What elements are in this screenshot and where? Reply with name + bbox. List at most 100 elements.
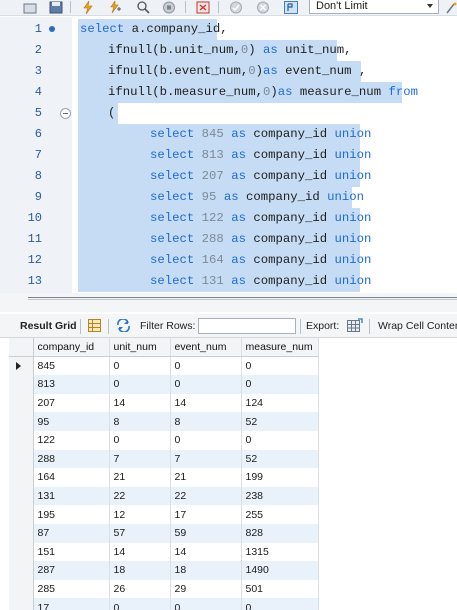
cell-event-num[interactable]: 0 (170, 430, 242, 450)
cell-event-num[interactable]: 17 (170, 505, 242, 524)
filter-rows-input[interactable] (198, 318, 296, 334)
table-row[interactable]: 287 18 18 1490 (9, 561, 319, 580)
code-line[interactable]: 5( (0, 103, 457, 124)
cell-company-id[interactable]: 164 (33, 468, 110, 487)
cell-measure-num[interactable]: 52 (241, 449, 319, 469)
row-header[interactable] (9, 523, 34, 543)
row-header[interactable] (9, 561, 34, 580)
cell-company-id[interactable]: 288 (33, 449, 110, 469)
code-line[interactable]: 12 select 164 as company_id union (0, 250, 457, 271)
code-line[interactable]: 11 select 288 as company_id union (0, 229, 457, 250)
cell-company-id[interactable]: 131 (33, 486, 110, 506)
cell-measure-num[interactable]: 1315 (241, 542, 319, 562)
cell-measure-num[interactable]: 828 (241, 523, 319, 543)
cell-unit-num[interactable]: 14 (109, 542, 171, 562)
row-header[interactable] (9, 505, 34, 524)
cell-unit-num[interactable]: 0 (109, 356, 171, 376)
cell-unit-num[interactable]: 57 (109, 523, 171, 543)
panel-splitter[interactable] (0, 293, 457, 312)
column-header-company-id[interactable]: company_id (33, 338, 110, 358)
code-line[interactable]: 13 select 131 as company_id union (0, 271, 457, 292)
explain-magnifier-icon[interactable] (135, 0, 151, 14)
splitter-grip[interactable] (28, 297, 457, 300)
cell-event-num[interactable]: 7 (170, 449, 242, 469)
cell-event-num[interactable]: 0 (170, 375, 242, 394)
cell-event-num[interactable]: 14 (170, 393, 242, 413)
autocommit-icon[interactable] (283, 0, 299, 14)
column-header-event-num[interactable]: event_num (170, 338, 242, 358)
cell-unit-num[interactable]: 0 (109, 598, 171, 610)
table-row[interactable]: 164 21 21 199 (9, 468, 319, 487)
cell-unit-num[interactable]: 26 (109, 579, 171, 599)
cell-measure-num[interactable]: 0 (241, 375, 319, 394)
cell-unit-num[interactable]: 0 (109, 375, 171, 394)
cell-unit-num[interactable]: 8 (109, 412, 171, 431)
export-icon[interactable] (347, 318, 363, 337)
cell-event-num[interactable]: 14 (170, 542, 242, 562)
cell-event-num[interactable]: 18 (170, 561, 242, 580)
column-header-measure-num[interactable]: measure_num (241, 338, 319, 358)
code-line[interactable]: 1 select a.company_id, (0, 19, 457, 40)
code-line[interactable]: 2 ifnull(b.unit_num,0) as unit_num, (0, 40, 457, 61)
cell-company-id[interactable]: 17 (33, 598, 110, 610)
cell-event-num[interactable]: 59 (170, 523, 242, 543)
row-header[interactable] (9, 579, 34, 599)
cell-measure-num[interactable]: 0 (241, 356, 319, 376)
cell-unit-num[interactable]: 14 (109, 393, 171, 413)
table-row[interactable]: 195 12 17 255 (9, 505, 319, 524)
cell-company-id[interactable]: 287 (33, 561, 110, 580)
row-header[interactable] (9, 486, 34, 506)
open-folder-icon[interactable] (22, 0, 38, 14)
row-header[interactable] (9, 542, 34, 562)
grid-layout-icon[interactable] (88, 319, 101, 336)
cell-unit-num[interactable]: 0 (109, 430, 171, 450)
row-header[interactable] (9, 412, 34, 431)
code-line[interactable]: 8 select 207 as company_id union (0, 166, 457, 187)
cell-unit-num[interactable]: 21 (109, 468, 171, 487)
table-row[interactable]: 122 0 0 0 (9, 430, 319, 450)
row-header[interactable] (9, 449, 34, 469)
table-row[interactable]: 95 8 8 52 (9, 412, 319, 431)
cell-measure-num[interactable]: 501 (241, 579, 319, 599)
cell-company-id[interactable]: 195 (33, 505, 110, 524)
table-row[interactable]: 131 22 22 238 (9, 486, 319, 506)
code-line[interactable]: 3 ifnull(b.event_num,0)as event_num , (0, 61, 457, 82)
cell-unit-num[interactable]: 7 (109, 449, 171, 469)
cell-measure-num[interactable]: 124 (241, 393, 319, 413)
cell-unit-num[interactable]: 22 (109, 486, 171, 506)
table-row[interactable]: 17 0 0 0 (9, 598, 319, 610)
cell-company-id[interactable]: 207 (33, 393, 110, 413)
cell-measure-num[interactable]: 238 (241, 486, 319, 506)
row-header[interactable] (9, 598, 34, 610)
result-grid[interactable]: company_id unit_num event_num measure_nu… (9, 338, 319, 610)
cell-unit-num[interactable]: 18 (109, 561, 171, 580)
row-header[interactable] (9, 430, 34, 450)
cell-event-num[interactable]: 29 (170, 579, 242, 599)
code-line[interactable]: 10 select 122 as company_id union (0, 208, 457, 229)
cell-company-id[interactable]: 151 (33, 542, 110, 562)
execute-current-icon[interactable] (107, 0, 123, 14)
table-row[interactable]: 845 0 0 0 (9, 356, 319, 376)
cell-company-id[interactable]: 87 (33, 523, 110, 543)
cell-event-num[interactable]: 22 (170, 486, 242, 506)
rollback-icon[interactable] (255, 0, 271, 14)
cell-measure-num[interactable]: 0 (241, 430, 319, 450)
cell-measure-num[interactable]: 0 (241, 598, 319, 610)
code-line[interactable]: 9 select 95 as company_id union (0, 187, 457, 208)
toggle-icon[interactable] (195, 0, 211, 14)
cell-measure-num[interactable]: 255 (241, 505, 319, 524)
table-row[interactable]: 285 26 29 501 (9, 579, 319, 599)
save-icon[interactable] (48, 0, 64, 14)
code-line[interactable]: 7 select 813 as company_id union (0, 145, 457, 166)
cell-measure-num[interactable]: 52 (241, 412, 319, 431)
sql-editor[interactable]: 1 select a.company_id, 2 ifnull(b.unit_num,… (0, 17, 457, 293)
cell-company-id[interactable]: 813 (33, 375, 110, 394)
cell-company-id[interactable]: 285 (33, 579, 110, 599)
cell-event-num[interactable]: 0 (170, 598, 242, 610)
result-grid-tab[interactable]: Result Grid (20, 320, 77, 333)
cell-measure-num[interactable]: 1490 (241, 561, 319, 580)
fold-collapse-icon[interactable] (60, 108, 71, 119)
row-header[interactable] (9, 393, 34, 413)
cell-company-id[interactable]: 95 (33, 412, 110, 431)
cell-event-num[interactable]: 8 (170, 412, 242, 431)
